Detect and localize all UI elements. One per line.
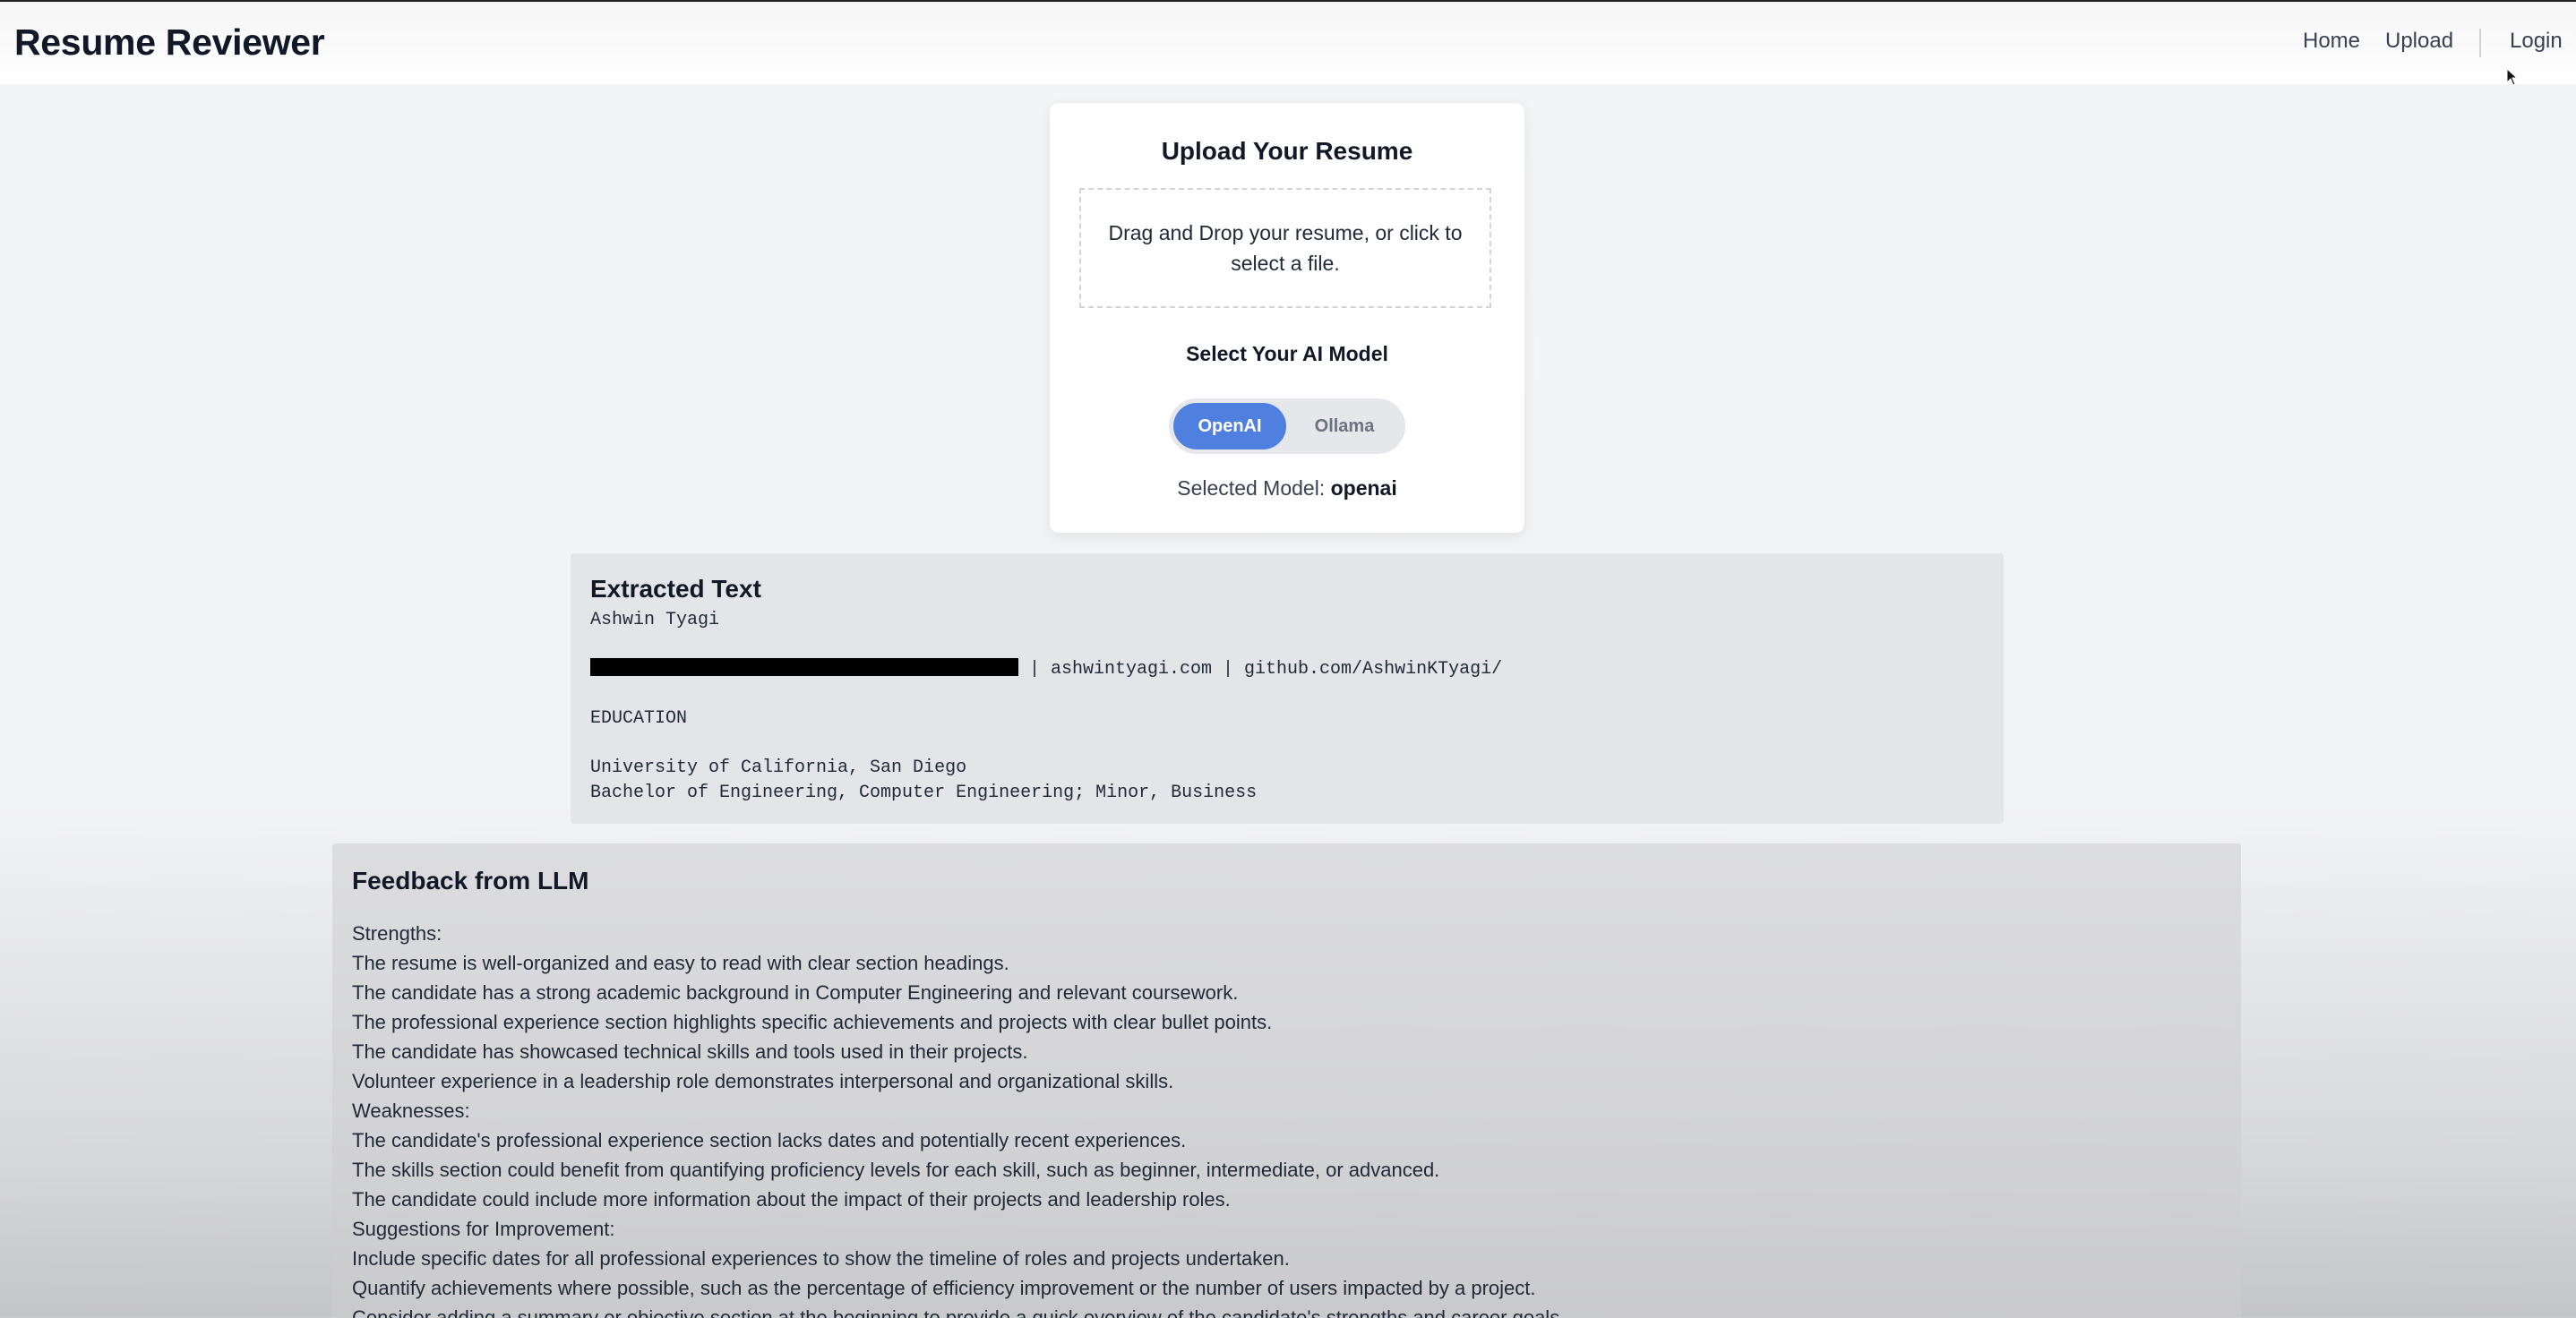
feedback-line: Quantify achievements where possible, su… [352,1277,1536,1299]
extracted-text-title: Extracted Text [590,575,761,603]
feedback-line: The candidate has showcased technical sk… [352,1040,1028,1063]
model-select-title: Select Your AI Model [1186,342,1388,365]
extracted-name: Ashwin Tyagi [590,610,720,630]
feedback-line: Include specific dates for all professio… [352,1247,1290,1270]
feedback-line: Strengths: [352,922,442,945]
mouse-cursor-icon [2506,68,2519,86]
redacted-block [590,658,1018,676]
selected-model-label: Selected Model: [1177,476,1326,500]
dropzone-text: Drag and Drop your resume, or click to s… [1108,221,1463,275]
openai-option-button[interactable]: OpenAI [1173,403,1286,449]
feedback-line: The candidate's professional experience … [352,1129,1187,1151]
feedback-line: Weaknesses: [352,1100,470,1122]
navbar: Resume Reviewer Home Upload Login [0,2,2576,86]
brand-title[interactable]: Resume Reviewer [14,21,325,64]
extracted-school: University of California, San Diego [590,757,967,778]
ollama-option-button[interactable]: Ollama [1288,403,1401,449]
nav-divider [2479,29,2481,57]
feedback-body: Strengths: The resume is well-organized … [352,919,1565,1318]
feedback-line: Consider adding a summary or objective s… [352,1306,1566,1318]
feedback-line: The candidate could include more informa… [352,1188,1231,1211]
feedback-title: Feedback from LLM [352,867,589,894]
nav-home-link[interactable]: Home [2303,29,2360,54]
upload-card: Upload Your Resume Drag and Drop your re… [1050,103,1524,533]
feedback-panel: Feedback from LLM Strengths: The resume … [332,843,2241,1318]
feedback-line: Suggestions for Improvement: [352,1218,615,1240]
nav-upload-link[interactable]: Upload [2385,29,2453,54]
feedback-line: The candidate has a strong academic back… [352,981,1239,1004]
extracted-section-heading: EDUCATION [590,708,688,729]
extracted-text-body: Ashwin Tyagi | ashwintyagi.com | github.… [590,608,1502,805]
selected-model-value: openai [1330,476,1397,500]
extracted-contact-links: | ashwintyagi.com | github.com/AshwinKTy… [1029,659,1503,680]
feedback-line: The resume is well-organized and easy to… [352,952,1009,974]
selected-model-text: Selected Model: openai [1050,476,1524,501]
feedback-line: Volunteer experience in a leadership rol… [352,1070,1174,1092]
nav-login-link[interactable]: Login [2510,29,2563,54]
extracted-degree: Bachelor of Engineering, Computer Engine… [590,782,1258,803]
model-toggle: OpenAI Ollama [1169,398,1405,454]
resume-dropzone[interactable]: Drag and Drop your resume, or click to s… [1079,188,1491,308]
extracted-text-panel: Extracted Text Ashwin Tyagi | ashwintyag… [571,553,2004,824]
feedback-line: The professional experience section high… [352,1011,1273,1033]
upload-card-title: Upload Your Resume [1161,137,1413,165]
feedback-line: The skills section could benefit from qu… [352,1159,1440,1181]
extracted-contact-line: | ashwintyagi.com | github.com/AshwinKTy… [590,657,1502,682]
